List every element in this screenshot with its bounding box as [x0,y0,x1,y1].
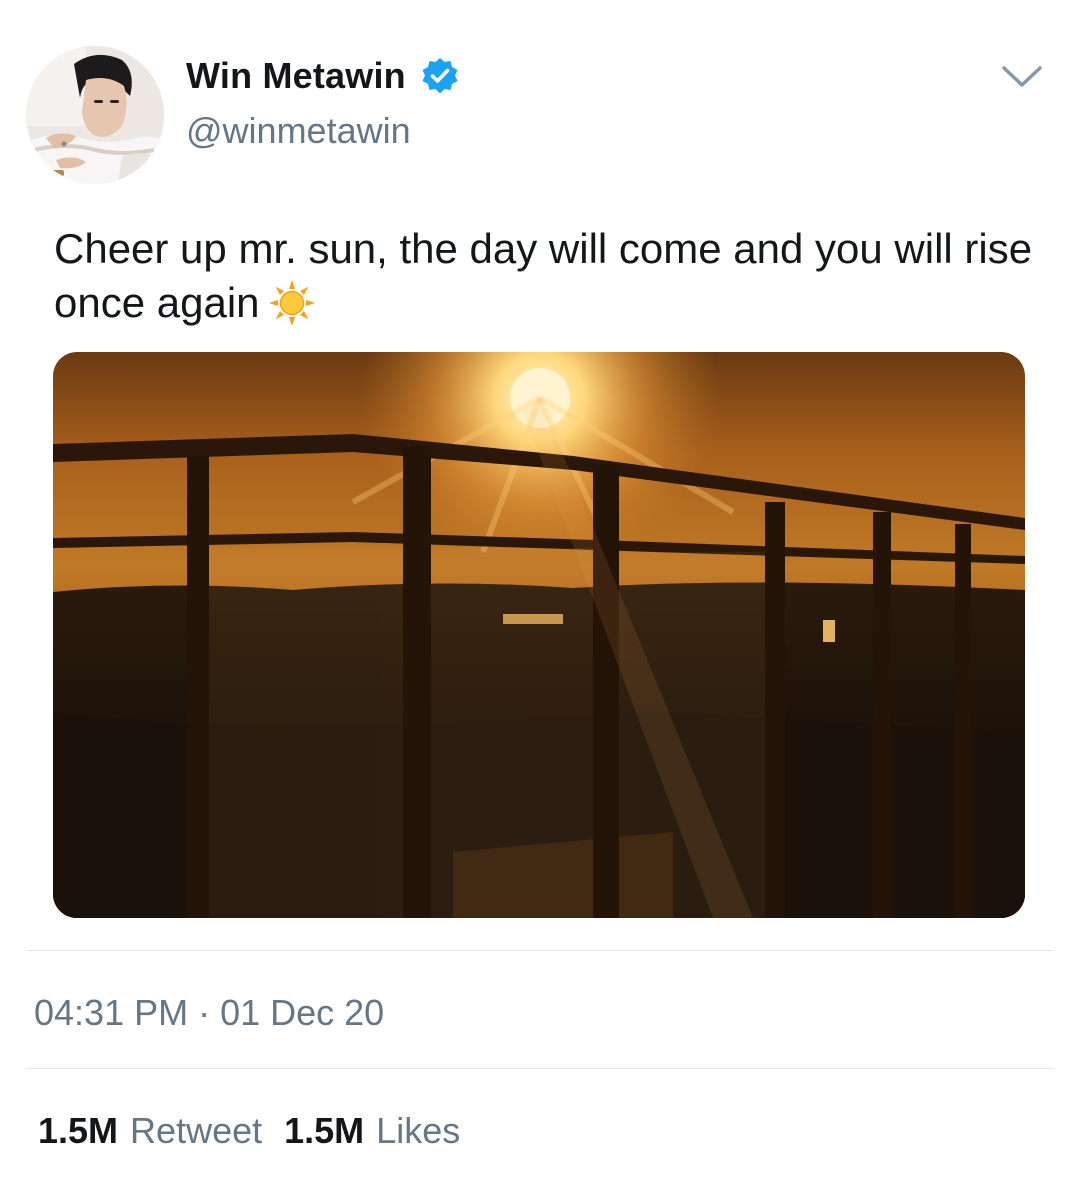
avatar[interactable] [26,46,164,184]
retweets-stat[interactable]: 1.5M Retweet [38,1110,262,1152]
tweet-body: Cheer up mr. sun, the day will come and … [54,225,1033,326]
likes-label: Likes [376,1110,461,1151]
divider [26,950,1054,951]
tweet-text: Cheer up mr. sun, the day will come and … [54,222,1044,330]
tweet-media-photo[interactable] [53,352,1025,918]
user-handle[interactable]: @winmetawin [186,110,411,152]
divider [26,1068,1054,1069]
tweet-card: Win Metawin @winmetawin Cheer up mr. sun… [0,0,1080,1184]
sun-emoji-icon [268,279,316,327]
engagement-stats: 1.5M Retweet 1.5M Likes [38,1110,460,1152]
retweets-label: Retweet [130,1110,263,1151]
chevron-down-icon[interactable] [1000,58,1044,94]
author-name-row[interactable]: Win Metawin [186,54,460,98]
likes-stat[interactable]: 1.5M Likes [284,1110,460,1152]
likes-count: 1.5M [284,1110,365,1151]
display-name[interactable]: Win Metawin [186,55,406,97]
tweet-timestamp[interactable]: 04:31 PM · 01 Dec 20 [34,992,384,1034]
retweets-count: 1.5M [38,1110,119,1151]
verified-badge-icon [420,56,460,96]
